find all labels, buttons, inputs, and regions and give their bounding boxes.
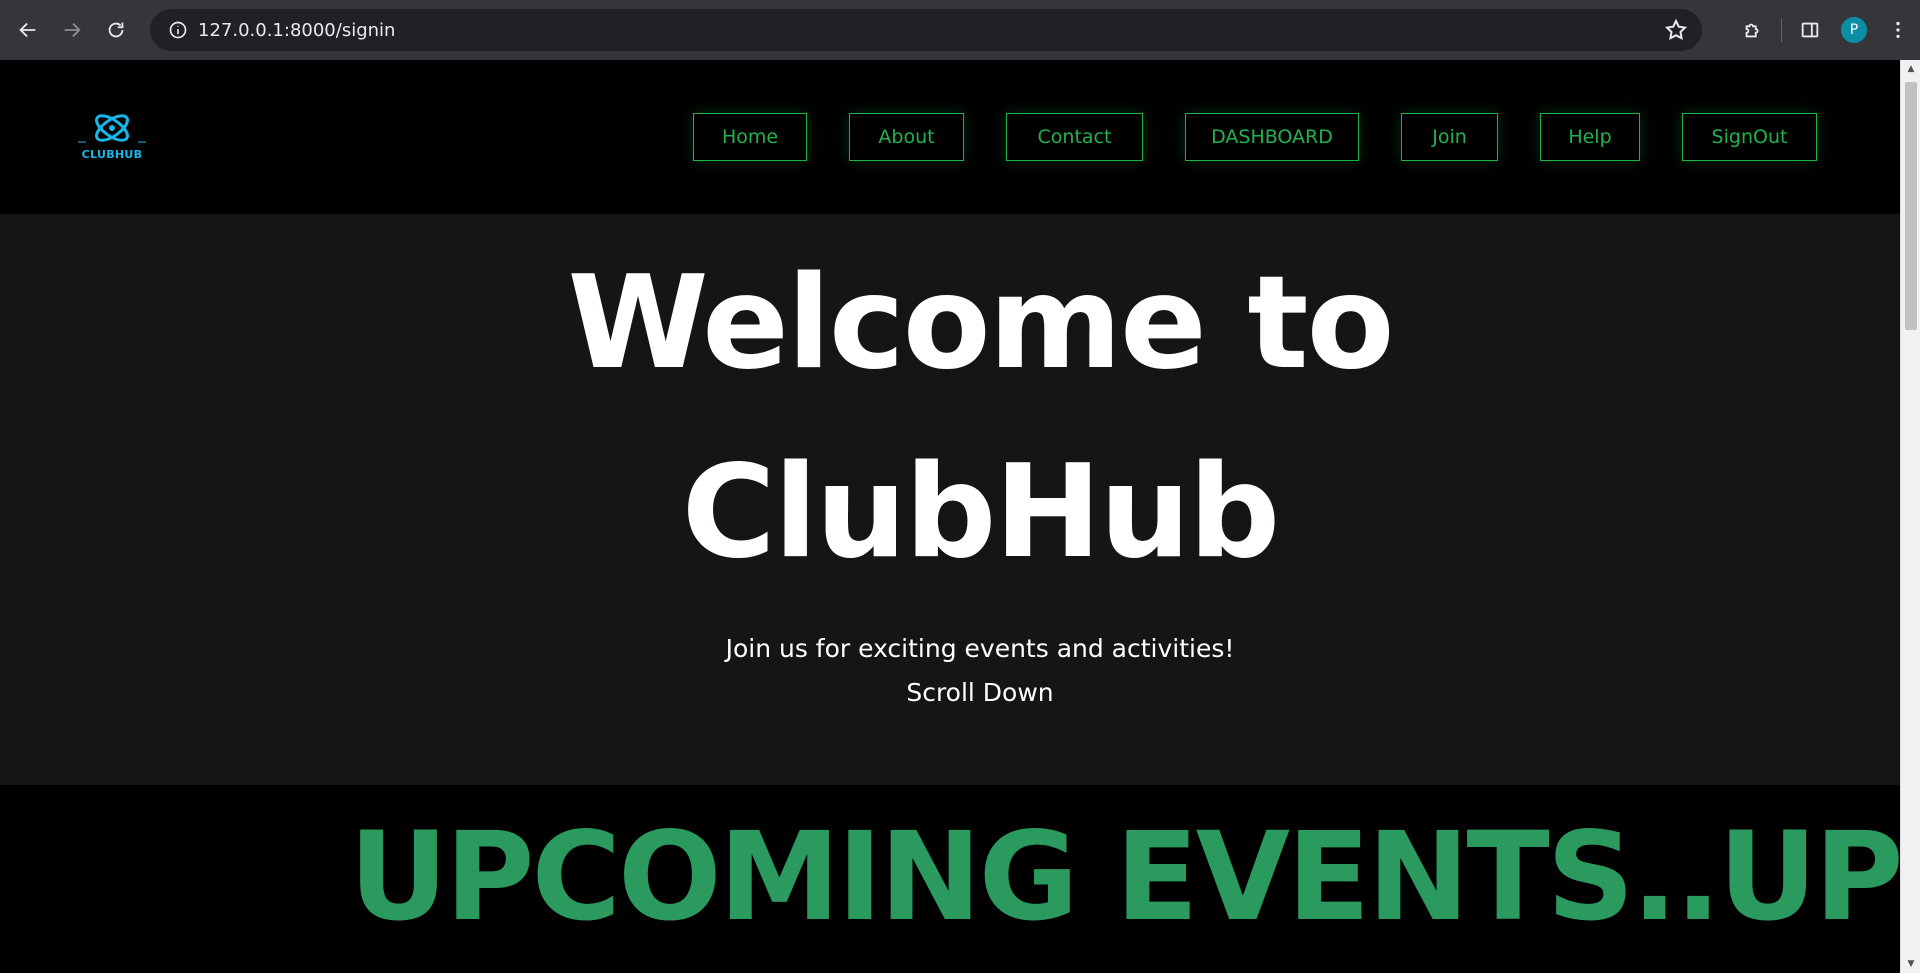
kebab-menu-icon [1896,21,1900,39]
main-nav: Home About Contact DASHBOARD Join Help S… [693,113,1817,161]
hero-title-line1: Welcome to [567,249,1395,398]
nav-signout-button[interactable]: SignOut [1682,113,1817,161]
logo-text: CLUBHUB [81,148,143,161]
arrow-left-icon [19,22,36,38]
clubhub-logo[interactable]: CLUBHUB [72,108,152,168]
events-marquee: UPCOMING EVENTS..UPCOMING EVENTS.. [349,806,1900,948]
nav-join-button[interactable]: Join [1401,113,1498,161]
url-text[interactable]: 127.0.0.1:8000/signin [198,20,395,41]
info-icon [169,21,187,39]
upcoming-events-section: UPCOMING EVENTS..UPCOMING EVENTS.. [0,785,1900,973]
hero-subtitle: Join us for exciting events and activiti… [725,634,1235,663]
reload-icon [108,22,124,38]
nav-dashboard-button[interactable]: DASHBOARD [1185,113,1359,161]
site-info-button[interactable] [158,9,198,51]
page-viewport: CLUBHUB Home About Contact DASHBOARD Joi… [0,60,1900,973]
nav-home-button[interactable]: Home [693,113,807,161]
side-panel-button[interactable] [1788,8,1832,52]
nav-about-button[interactable]: About [849,113,964,161]
bookmark-star-icon[interactable] [1664,18,1688,42]
reload-button[interactable] [94,8,138,52]
scrollbar-thumb[interactable] [1905,82,1917,330]
arrow-right-icon [64,22,81,38]
browser-toolbar: 127.0.0.1:8000/signin P [0,0,1920,60]
scroll-down-link[interactable]: Scroll Down [0,678,1900,707]
back-button[interactable] [6,8,50,52]
side-panel-icon [1801,22,1819,38]
forward-button[interactable] [50,8,94,52]
avatar: P [1841,17,1867,43]
page-scrollbar[interactable]: ▲ ▼ [1900,60,1920,973]
scroll-up-arrow-icon[interactable]: ▲ [1901,60,1920,78]
toolbar-divider [1781,18,1782,42]
nav-contact-button[interactable]: Contact [1006,113,1143,161]
extensions-button[interactable] [1731,8,1775,52]
address-bar[interactable]: 127.0.0.1:8000/signin [150,9,1702,51]
hero-section: Welcome to ClubHub Join us for exciting … [0,214,1900,785]
profile-button[interactable]: P [1832,8,1876,52]
atom-logo-icon [78,114,146,143]
puzzle-icon [1745,23,1759,38]
hero-title-line2: ClubHub [681,438,1280,587]
site-header: CLUBHUB Home About Contact DASHBOARD Joi… [0,60,1900,214]
nav-help-button[interactable]: Help [1540,113,1640,161]
scroll-down-arrow-icon[interactable]: ▼ [1901,955,1920,973]
browser-right-tools: P [1731,0,1920,60]
browser-menu-button[interactable] [1876,8,1920,52]
